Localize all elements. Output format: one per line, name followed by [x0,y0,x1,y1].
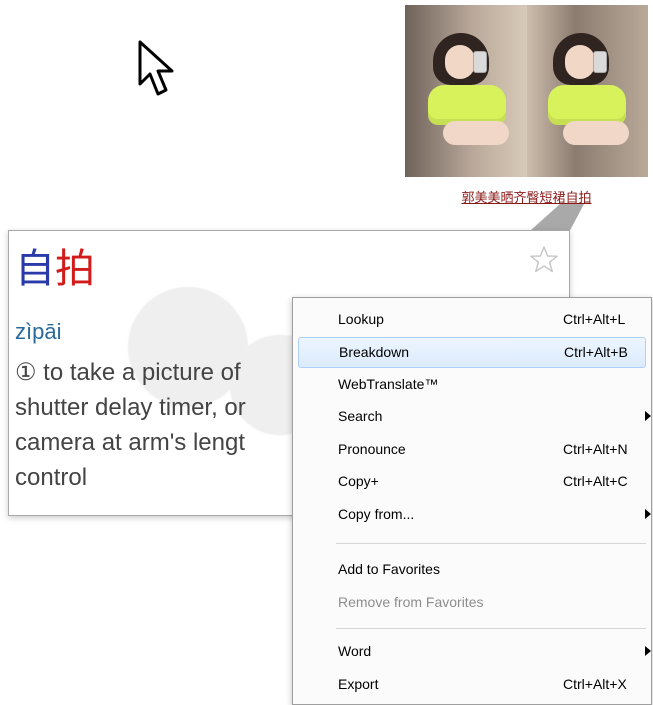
menu-item-add-to-favorites[interactable]: Add to Favorites [298,555,646,584]
news-thumbnail-image[interactable] [405,5,648,177]
menu-item-label: Pronounce [338,441,406,457]
menu-item-label: Add to Favorites [338,561,440,577]
menu-item-word[interactable]: Word [298,637,651,666]
star-icon[interactable] [529,245,559,275]
headword-char-2: 拍 [55,246,95,292]
menu-item-search[interactable]: Search [298,402,651,431]
menu-item-label: Word [338,643,372,659]
photo-figure-left [423,33,519,153]
menu-item-copy-plus[interactable]: Copy+ Ctrl+Alt+C [298,467,646,496]
menu-item-label: Lookup [338,311,384,327]
menu-separator [336,628,646,629]
menu-item-lookup[interactable]: Lookup Ctrl+Alt+L [298,305,646,334]
menu-item-shortcut: Ctrl+Alt+L [563,311,626,327]
menu-item-shortcut: Ctrl+Alt+C [563,473,628,489]
chevron-right-icon [645,411,651,421]
menu-item-label: Export [338,676,379,692]
menu-separator [336,543,646,544]
menu-item-label: Breakdown [339,344,410,360]
chevron-right-icon [645,509,651,519]
photo-figure-right [543,33,639,153]
menu-item-label: Copy from... [338,506,415,522]
menu-item-label: Remove from Favorites [338,594,484,610]
menu-item-label: Search [338,408,383,424]
menu-item-copy-from[interactable]: Copy from... [298,500,651,529]
menu-item-label: WebTranslate™ [338,376,439,392]
menu-item-pronounce[interactable]: Pronounce Ctrl+Alt+N [298,435,646,464]
menu-item-shortcut: Ctrl+Alt+X [563,676,627,692]
chevron-right-icon [645,646,651,656]
menu-item-label: Copy+ [338,473,379,489]
menu-item-webtranslate[interactable]: WebTranslate™ [298,370,646,399]
menu-item-remove-from-favorites[interactable]: Remove from Favorites [298,588,646,617]
menu-item-export[interactable]: Export Ctrl+Alt+X [298,670,646,699]
menu-item-shortcut: Ctrl+Alt+N [563,441,628,457]
headword-char-1: 自 [15,246,55,292]
context-menu: Lookup Ctrl+Alt+L Breakdown Ctrl+Alt+B W… [292,297,652,705]
menu-item-shortcut: Ctrl+Alt+B [564,344,628,360]
menu-item-breakdown[interactable]: Breakdown Ctrl+Alt+B [298,337,646,368]
headword: 自拍 [15,247,95,291]
mouse-cursor-icon [138,40,174,96]
pinyin: zìpāi [15,319,62,344]
